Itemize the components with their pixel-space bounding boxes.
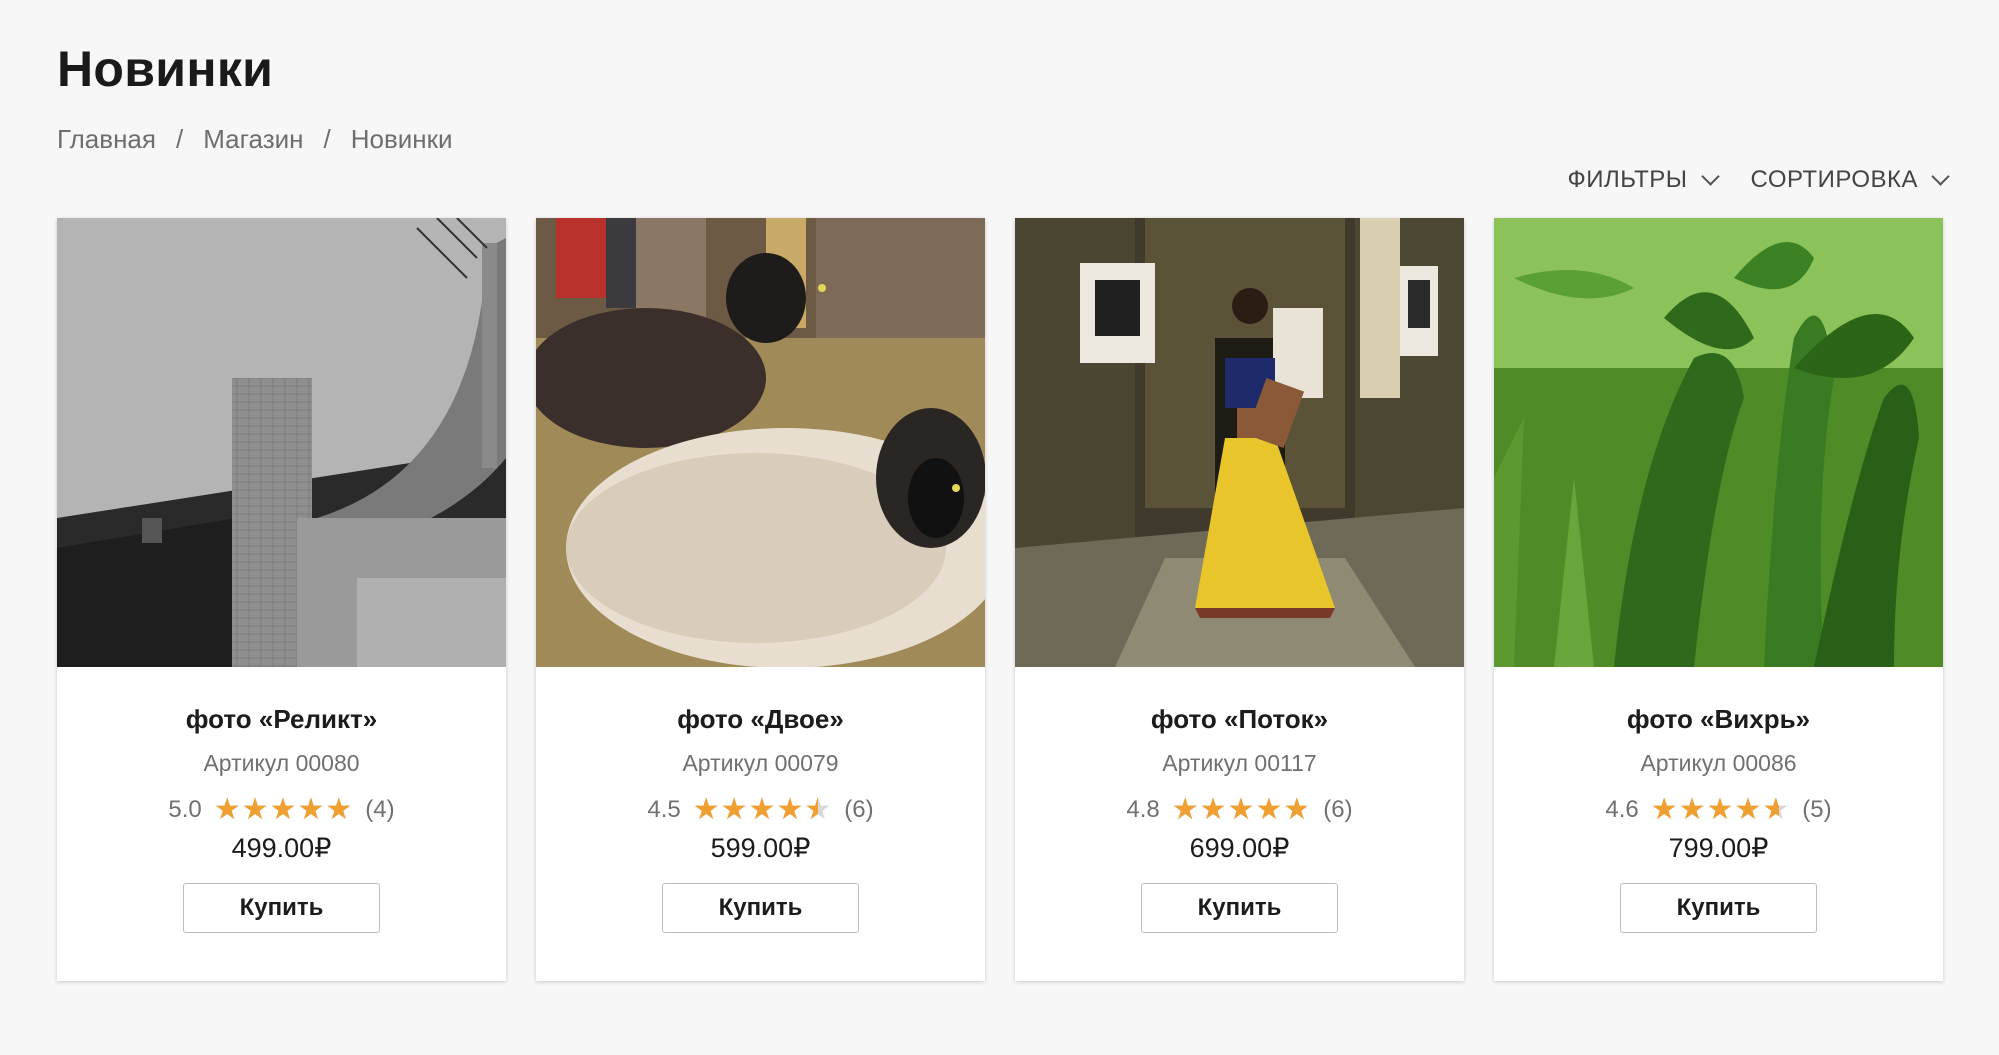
sort-label: СОРТИРОВКА — [1750, 166, 1918, 193]
rating-value: 5.0 — [168, 796, 202, 823]
buy-button[interactable]: Купить — [1620, 883, 1817, 933]
buy-button[interactable]: Купить — [183, 883, 380, 933]
product-card: фото «Вихрь» Артикул 00086 4.6 ★★★★★ ★★★★… — [1494, 218, 1943, 981]
catalog-controls: ФИЛЬТРЫ СОРТИРОВКА — [1567, 166, 1950, 194]
product-image[interactable] — [536, 218, 985, 667]
product-card: фото «Реликт» Артикул 00080 5.0 ★★★★★ ★★★… — [57, 218, 506, 981]
chevron-down-icon — [1931, 167, 1950, 186]
product-grid: фото «Реликт» Артикул 00080 5.0 ★★★★★ ★★★… — [57, 218, 1943, 981]
product-rating: 5.0 ★★★★★ ★★★★★ (4) — [57, 793, 506, 827]
buy-button[interactable]: Купить — [1141, 883, 1338, 933]
product-card: фото «Поток» Артикул 00117 4.8 ★★★★★ ★★★★… — [1015, 218, 1464, 981]
breadcrumb-shop[interactable]: Магазин — [203, 124, 303, 155]
product-price: 799.00₽ — [1668, 833, 1769, 863]
breadcrumb-current: Новинки — [350, 124, 453, 154]
product-price: 499.00₽ — [231, 833, 332, 863]
product-rating: 4.8 ★★★★★ ★★★★★ (6) — [1015, 793, 1464, 827]
product-image[interactable] — [57, 218, 506, 667]
filters-label: ФИЛЬТРЫ — [1567, 166, 1688, 193]
product-rating: 4.5 ★★★★★★★★★★ (6) — [536, 793, 985, 827]
sort-dropdown[interactable]: СОРТИРОВКА — [1750, 166, 1950, 194]
breadcrumb: Главная / Магазин / Новинки — [57, 124, 453, 155]
review-count: (5) — [1802, 796, 1832, 823]
product-image[interactable] — [1015, 218, 1464, 667]
product-card: фото «Двое» Артикул 00079 4.5 ★★★★★★★★★★… — [536, 218, 985, 981]
product-sku: Артикул 00079 — [682, 750, 839, 776]
rating-value: 4.8 — [1126, 796, 1160, 823]
breadcrumb-separator: / — [323, 124, 331, 154]
product-sku: Артикул 00086 — [1640, 750, 1797, 776]
review-count: (4) — [365, 796, 395, 823]
star-rating-icon: ★★★★★★★★★★ — [213, 792, 354, 827]
review-count: (6) — [844, 796, 874, 823]
rating-value: 4.5 — [647, 796, 681, 823]
product-rating: 4.6 ★★★★★ ★★★★★ (5) — [1494, 793, 1943, 827]
breadcrumb-home[interactable]: Главная — [57, 124, 156, 155]
product-title[interactable]: фото «Вихрь» — [1494, 704, 1943, 736]
rating-value: 4.6 — [1605, 796, 1639, 823]
product-sku: Артикул 00080 — [203, 750, 360, 776]
product-title[interactable]: фото «Реликт» — [57, 704, 506, 736]
product-title[interactable]: фото «Поток» — [1015, 704, 1464, 736]
review-count: (6) — [1323, 796, 1353, 823]
star-rating-icon: ★★★★★★★★★★ — [1650, 792, 1791, 827]
product-image[interactable] — [1494, 218, 1943, 667]
breadcrumb-separator: / — [175, 124, 184, 154]
product-sku: Артикул 00117 — [1162, 750, 1317, 776]
buy-button[interactable]: Купить — [662, 883, 859, 933]
star-rating-icon: ★★★★★★★★★★ — [1171, 792, 1312, 827]
star-rating-icon: ★★★★★★★★★★ — [692, 792, 833, 827]
product-price: 699.00₽ — [1189, 833, 1290, 863]
page-title: Новинки — [57, 41, 274, 97]
product-title[interactable]: фото «Двое» — [536, 704, 985, 736]
filters-dropdown[interactable]: ФИЛЬТРЫ — [1567, 166, 1720, 194]
product-price: 599.00₽ — [710, 833, 811, 863]
chevron-down-icon — [1700, 167, 1720, 186]
